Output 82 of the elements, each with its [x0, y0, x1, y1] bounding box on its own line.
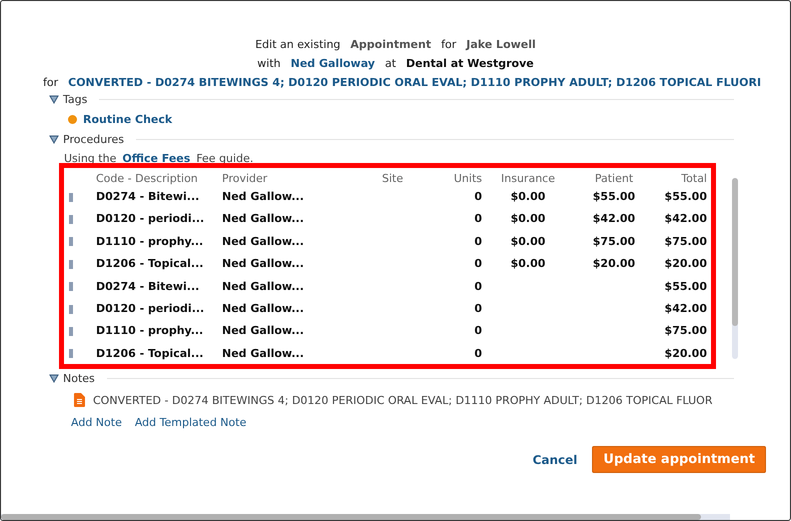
tag-link[interactable]: Routine Check	[83, 112, 172, 126]
header-link[interactable]: Ned Galloway	[290, 57, 375, 71]
column-header: Code - Description	[95, 171, 199, 186]
table-cell-text: $55.00	[664, 189, 707, 205]
header-text: with	[257, 57, 281, 71]
table-cell-text: Ned Gallow...	[221, 323, 305, 340]
row-marker-icon	[69, 282, 73, 292]
table-cell-text: $20.00	[664, 256, 707, 272]
table-cell-text: 0	[473, 278, 482, 295]
row-marker-icon	[69, 304, 73, 314]
table-cell-text: $42.00	[664, 300, 707, 317]
table-cell: $0.00	[510, 234, 546, 248]
table-cell-text: 0	[473, 234, 482, 250]
column-header: Total	[680, 171, 707, 186]
row-marker-icon	[69, 192, 73, 202]
column-header: Units	[452, 171, 482, 186]
header-text: for	[441, 38, 456, 52]
table-cell-text: 0	[473, 300, 482, 317]
table-cell-text: Ned Gallow...	[221, 211, 305, 228]
table-cell-text: Ned Gallow...	[221, 256, 305, 272]
table-cell-text: Ned Gallow...	[221, 278, 305, 295]
fee-guide-text: Fee guide.	[196, 152, 254, 166]
table-cell-text: D1110 - prophy...	[95, 323, 204, 340]
collapse-triangle-icon[interactable]	[49, 94, 59, 104]
table-cell: $20.00	[592, 257, 636, 270]
column-header: Patient	[594, 171, 634, 186]
table-cell-text: D0274 - Bitewi...	[95, 278, 200, 295]
table-cell-text: $20.00	[664, 346, 707, 362]
header-text: for	[43, 76, 58, 90]
table-cell: $75.00	[592, 234, 636, 248]
table-cell: $55.00	[592, 190, 636, 203]
row-marker-icon	[69, 237, 73, 246]
table-cell-text: 0	[473, 211, 482, 228]
column-header: Site	[381, 171, 404, 186]
table-cell: $0.00	[510, 257, 546, 270]
header-text: Edit an existing	[255, 38, 340, 52]
table-cell-text: Ned Gallow...	[221, 346, 305, 362]
table-cell-text: D0120 - periodi...	[95, 300, 206, 317]
note-text: CONVERTED - D0274 BITEWINGS 4; D0120 PERIODIC ORAL EVAL; D1110 PROPHY ADULT; D1206 TOPICAL FLUOR	[93, 394, 712, 406]
document-icon	[74, 393, 85, 407]
row-marker-icon	[69, 215, 73, 224]
table-cell-text: Ned Gallow...	[221, 300, 305, 317]
cancel-button[interactable]: Cancel	[532, 452, 578, 466]
table-cell-text: $42.00	[664, 211, 707, 228]
table-cell-text: $75.00	[664, 234, 707, 250]
table-cell-text: Ned Gallow...	[221, 189, 305, 205]
section-title: Procedures	[63, 132, 124, 146]
fee-guide-link[interactable]: Office Fees	[122, 152, 190, 166]
table-cell-text: D1206 - Topical...	[95, 256, 204, 272]
row-marker-icon	[69, 327, 73, 336]
table-cell: $0.00	[510, 190, 546, 203]
header-value: Appointment	[350, 38, 432, 52]
table-cell-text: D0274 - Bitewi...	[95, 189, 200, 205]
table-cell-text: 0	[473, 323, 482, 340]
table-cell-text: 0	[473, 346, 482, 362]
table-cell-text: 0	[473, 256, 482, 272]
table-cell-text: $75.00	[664, 323, 707, 340]
header-value: Jake Lowell	[466, 38, 536, 52]
add-note-link[interactable]: Add Note	[71, 416, 122, 432]
table-cell-text: 0	[473, 189, 482, 205]
location-name: Dental at Westgrove	[406, 57, 534, 71]
scrollbar[interactable]	[1, 514, 730, 520]
collapse-triangle-icon[interactable]	[49, 373, 59, 383]
header-link[interactable]: CONVERTED - D0274 BITEWINGS 4; D0120 PERIODIC ORAL EVAL; D1110 PROPHY ADULT; D1206 TOPICAL FLUORI	[68, 76, 762, 90]
row-marker-icon	[69, 260, 73, 269]
section-title: Tags	[63, 92, 88, 106]
column-header: Insurance	[500, 171, 556, 186]
collapse-triangle-icon[interactable]	[49, 134, 59, 144]
column-header: Provider	[221, 171, 268, 186]
table-cell-text: D1110 - prophy...	[95, 234, 204, 250]
scrollbar[interactable]	[732, 178, 738, 359]
table-cell-text: D0120 - periodi...	[95, 211, 206, 228]
section-title: Notes	[63, 372, 95, 384]
header-text: at	[384, 57, 396, 71]
table-cell: $0.00	[510, 212, 546, 226]
table-cell: $42.00	[592, 212, 636, 226]
row-marker-icon	[69, 349, 73, 358]
table-cell-text: $55.00	[664, 278, 707, 295]
fee-guide-text: Using the	[64, 152, 116, 166]
add-note-link[interactable]: Add Templated Note	[134, 416, 246, 432]
table-cell-text: Ned Gallow...	[221, 234, 305, 250]
table-cell-text: D1206 - Topical...	[95, 346, 204, 362]
